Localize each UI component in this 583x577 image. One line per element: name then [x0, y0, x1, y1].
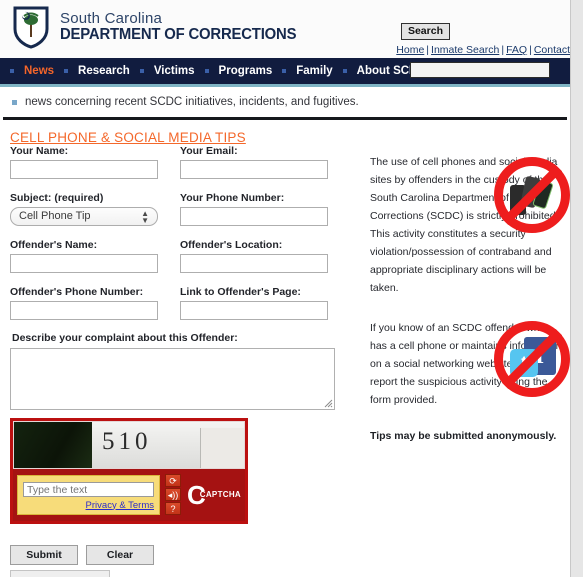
captcha-input-area: Privacy & Terms: [17, 474, 160, 515]
captcha-challenge-image: 510: [13, 421, 245, 469]
info-sidebar: The use of cell phones and social media …: [370, 153, 570, 445]
field-label: Your Name:: [10, 145, 69, 157]
captcha-challenge-number: 510: [102, 428, 152, 455]
field-label: Offender's Name:: [10, 239, 98, 251]
audio-icon[interactable]: ◂)): [165, 488, 181, 501]
recaptcha-logo-icon: C CAPTCHA: [187, 482, 241, 508]
sidebar-note: Tips may be submitted anonymously.: [370, 430, 557, 442]
offender-name-input[interactable]: [10, 254, 158, 273]
offender-link-input[interactable]: [180, 301, 328, 320]
your-phone-input[interactable]: [180, 207, 328, 226]
field-label: Offender's Phone Number:: [10, 286, 144, 298]
separator: |: [529, 44, 532, 56]
captcha-body: Privacy & Terms ⟳ ◂)) ? C CAPTCHA: [13, 469, 245, 521]
nav-item-programs[interactable]: Programs: [209, 65, 283, 77]
nav-item-victims[interactable]: Victims: [144, 65, 205, 77]
utility-link-home[interactable]: Home: [396, 44, 424, 56]
field-label: Offender's Location:: [180, 239, 283, 251]
field-offender-link: Link to Offender's Page:: [180, 286, 350, 320]
help-icon[interactable]: ?: [165, 502, 181, 515]
form-row: Subject: (required) Cell Phone Tip ▲ ▼ Yo…: [10, 192, 350, 226]
tip-form: Your Name: Your Email: Subject: (require…: [10, 145, 350, 524]
nav-item-family[interactable]: Family: [286, 65, 342, 77]
search-input[interactable]: [410, 62, 550, 78]
form-row: Offender's Phone Number: Link to Offende…: [10, 286, 350, 320]
resize-handle-icon[interactable]: [323, 398, 333, 408]
complaint-label: Describe your complaint about this Offen…: [12, 332, 238, 344]
page-right-gutter: [570, 0, 583, 577]
captcha-input[interactable]: [23, 482, 154, 497]
captcha-panel: [200, 428, 244, 468]
field-label: Subject: (required): [10, 192, 104, 204]
agency-name-line2: DEPARTMENT OF CORRECTIONS: [60, 25, 297, 43]
field-your-phone: Your Phone Number:: [180, 192, 350, 226]
field-offender-phone: Offender's Phone Number:: [10, 286, 180, 320]
nav-items: News Research Victims Programs Family Ab…: [0, 65, 436, 77]
field-your-name: Your Name:: [10, 145, 180, 179]
no-cell-phones-icon: [494, 157, 570, 233]
nav-item-news[interactable]: News: [14, 65, 64, 77]
search-button[interactable]: Search: [400, 23, 450, 40]
news-ticker: news concerning recent SCDC initiatives,…: [0, 87, 570, 117]
recaptcha-logo-word: CAPTCHA: [199, 490, 241, 499]
subject-select[interactable]: Cell Phone Tip ▲ ▼: [10, 207, 158, 226]
form-row: Offender's Name: Offender's Location:: [10, 239, 350, 273]
field-label: Your Email:: [180, 145, 238, 157]
submit-button[interactable]: Submit: [10, 545, 78, 565]
utility-link-faq[interactable]: FAQ: [506, 44, 527, 56]
recaptcha-widget: 510 Privacy & Terms ⟳ ◂)) ? C CAPTCHA: [10, 418, 248, 524]
agency-name-line1: South Carolina: [60, 9, 163, 27]
captcha-privacy-terms-link[interactable]: Privacy & Terms: [23, 500, 154, 511]
form-row: Your Name: Your Email:: [10, 145, 350, 179]
subject-selected-value: Cell Phone Tip: [19, 210, 91, 222]
refresh-icon[interactable]: ⟳: [165, 474, 181, 487]
main-navigation: News Research Victims Programs Family Ab…: [0, 58, 570, 84]
palmetto-shield-icon: [13, 6, 49, 49]
nav-item-research[interactable]: Research: [68, 65, 140, 77]
utility-link-inmate-search[interactable]: Inmate Search: [431, 44, 499, 56]
page-title: CELL PHONE & SOCIAL MEDIA TIPS: [10, 130, 246, 145]
form-actions: Submit Clear: [10, 545, 154, 565]
your-name-input[interactable]: [10, 160, 158, 179]
utility-links: Home | Inmate Search | FAQ | Contact: [396, 44, 570, 56]
field-label: Link to Offender's Page:: [180, 286, 301, 298]
page-bottom-element: [10, 570, 110, 577]
offender-phone-input[interactable]: [10, 301, 158, 320]
site-logo[interactable]: South Carolina DEPARTMENT OF CORRECTIONS: [12, 5, 306, 49]
no-social-media-icon: f t: [494, 321, 570, 397]
complaint-textarea[interactable]: [10, 348, 335, 410]
your-email-input[interactable]: [180, 160, 328, 179]
field-offender-name: Offender's Name:: [10, 239, 180, 273]
offender-location-input[interactable]: [180, 254, 328, 273]
site-header: South Carolina DEPARTMENT OF CORRECTIONS…: [0, 0, 570, 58]
captcha-foliage: [14, 422, 92, 468]
field-label: Your Phone Number:: [180, 192, 285, 204]
stepper-arrows-icon: ▲ ▼: [141, 209, 149, 225]
field-subject: Subject: (required) Cell Phone Tip ▲ ▼: [10, 192, 180, 226]
field-your-email: Your Email:: [180, 145, 350, 179]
ticker-text: news concerning recent SCDC initiatives,…: [25, 96, 359, 108]
clear-button[interactable]: Clear: [86, 545, 154, 565]
field-offender-location: Offender's Location:: [180, 239, 350, 273]
utility-link-contact[interactable]: Contact: [534, 44, 570, 56]
page-root: South Carolina DEPARTMENT OF CORRECTIONS…: [0, 0, 570, 577]
captcha-controls: ⟳ ◂)) ?: [165, 474, 181, 515]
bullet-icon: [12, 99, 17, 105]
